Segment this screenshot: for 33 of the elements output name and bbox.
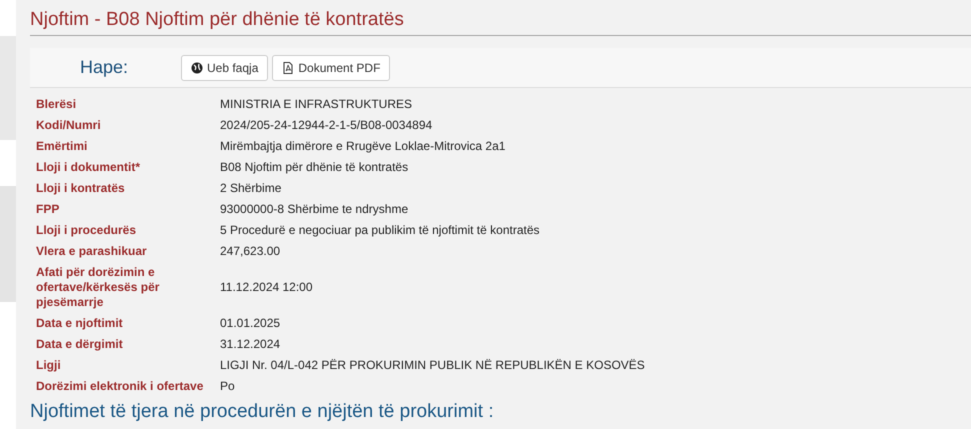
open-button[interactable]: Dokument PDF — [272, 54, 390, 80]
field-label: Afati për dorëzimin e ofertave/kërkesës për pjesëmarrje — [36, 265, 160, 310]
field-label: Emërtimi — [36, 139, 88, 154]
open-label: Hape: — [80, 56, 130, 79]
pdf-file-icon — [282, 62, 294, 74]
field-label: Blerësi — [36, 97, 78, 112]
field-value: 247,623.00 — [220, 244, 280, 259]
field-label: Data e dërgimit — [36, 337, 124, 352]
field-value: 31.12.2024 — [220, 337, 280, 352]
field-value: 2024/205-24-12944-2-1-5/B08-0034894 — [220, 118, 432, 133]
field-value: 11.12.2024 12:00 — [220, 280, 313, 295]
field-value: 93000000-8 Shërbime te ndryshme — [220, 202, 408, 217]
field-label: Data e njoftimit — [36, 316, 124, 331]
field-value: B08 Njoftim për dhënie të kontratës — [220, 160, 408, 175]
field-value: MINISTRIA E INFRASTRUKTURES — [220, 97, 412, 112]
field-label: Ligji — [36, 358, 62, 373]
field-label: Lloji i dokumentit* — [36, 160, 141, 175]
open-button[interactable]: Ueb faqja — [181, 54, 268, 80]
globe-icon — [191, 62, 203, 74]
field-value: LIGJI Nr. 04/L-042 PËR PROKURIMIN PUBLIK NË REPUBLIKËN E KOSOVËS — [220, 358, 645, 373]
field-value: 01.01.2025 — [220, 316, 280, 331]
section-heading: Njoftimet të tjera në procedurën e njëjtën të prokurimit : — [30, 401, 495, 422]
field-value: Po — [220, 379, 235, 394]
field-label: Kodi/Numri — [36, 118, 102, 133]
field-label: Lloji i kontratës — [36, 181, 126, 196]
field-value: 5 Procedurë e negociuar pa publikim të njoftimit të kontratës — [220, 223, 540, 238]
field-label: Dorëzimi elektronik i ofertave — [36, 379, 204, 394]
field-value: Mirëmbajtja dimërore e Rrugëve Loklae-Mitrovica 2a1 — [220, 139, 506, 154]
field-label: FPP — [36, 202, 60, 217]
field-label: Lloji i procedurës — [36, 223, 138, 238]
field-label: Vlera e parashikuar — [36, 244, 148, 259]
field-value: 2 Shërbime — [220, 181, 282, 196]
page-title: Njoftim - B08 Njoftim për dhënie të kontratës — [30, 9, 971, 36]
